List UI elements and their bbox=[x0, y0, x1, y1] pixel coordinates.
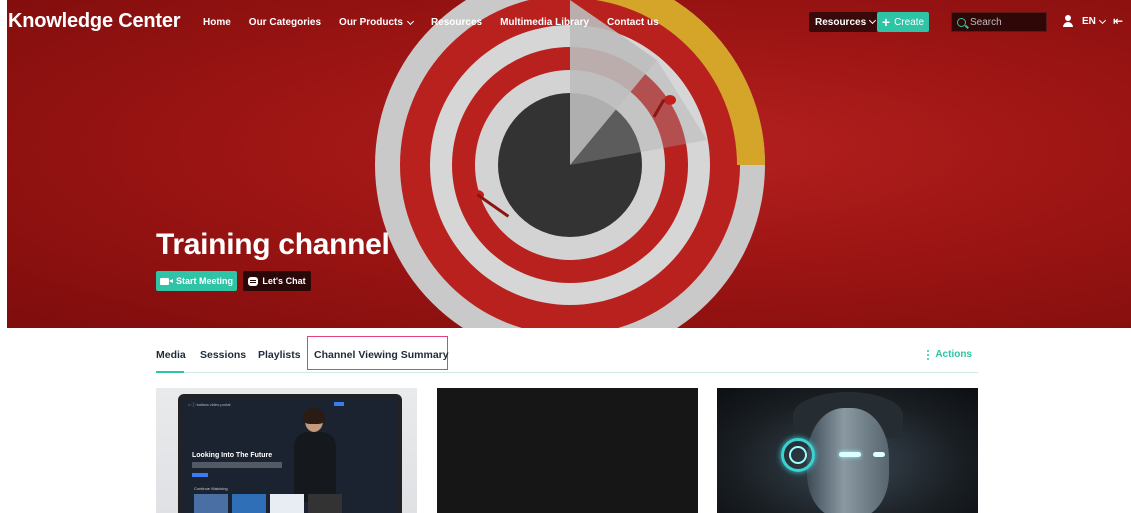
portal-bar: ⌂ ⓘ kaltura video portal bbox=[188, 402, 231, 407]
create-button-label: Create bbox=[894, 16, 925, 28]
media-card[interactable] bbox=[437, 388, 698, 513]
nav-our-products[interactable]: Our Products bbox=[339, 17, 414, 28]
actions-label: Actions bbox=[935, 349, 972, 360]
brand-logo[interactable]: Knowledge Center bbox=[8, 10, 181, 33]
thumbnail-row bbox=[194, 494, 342, 513]
media-card[interactable]: ⌂ ⓘ kaltura video portal Looking Into Th… bbox=[156, 388, 417, 513]
thumbnail-section-label: Continue Watching bbox=[194, 486, 228, 491]
search-placeholder: Search bbox=[970, 16, 1002, 28]
exit-icon[interactable]: ⇤ bbox=[1113, 14, 1123, 28]
media-card[interactable] bbox=[717, 388, 978, 513]
kebab-icon bbox=[927, 349, 930, 360]
nav-home-label: Home bbox=[203, 17, 231, 28]
language-label: EN bbox=[1082, 16, 1096, 27]
nav-our-products-label: Our Products bbox=[339, 17, 403, 28]
active-tab-indicator bbox=[156, 371, 184, 373]
nav-resources-label: Resources bbox=[430, 17, 483, 28]
tab-channel-viewing-summary[interactable]: Channel Viewing Summary bbox=[314, 349, 449, 361]
nav-our-categories[interactable]: Our Categories bbox=[249, 17, 321, 28]
lets-chat-button[interactable]: Let's Chat bbox=[243, 271, 311, 291]
resources-dropdown-button[interactable]: Resources bbox=[809, 12, 882, 32]
search-input[interactable]: Search bbox=[951, 12, 1047, 32]
nav-home[interactable]: Home bbox=[203, 17, 231, 28]
main-nav: Home Our Categories Our Products Resourc… bbox=[203, 17, 659, 28]
presenter-figure bbox=[290, 408, 340, 502]
tab-playlists[interactable]: Playlists bbox=[258, 349, 301, 361]
chevron-down-icon bbox=[406, 17, 414, 25]
top-navigation: Knowledge Center Home Our Categories Our… bbox=[0, 0, 1131, 42]
robot-thumbnail bbox=[777, 390, 917, 513]
nav-our-categories-label: Our Categories bbox=[248, 17, 322, 28]
nav-multimedia-library[interactable]: Multimedia Library bbox=[500, 17, 589, 28]
thumbnail-headline: Looking Into The Future bbox=[192, 452, 273, 459]
start-meeting-label: Start Meeting bbox=[175, 276, 233, 286]
nav-resources[interactable]: Resources bbox=[431, 17, 482, 28]
tab-sessions[interactable]: Sessions bbox=[200, 349, 246, 361]
nav-multimedia-library-label: Multimedia Library bbox=[500, 17, 589, 28]
create-button[interactable]: + Create bbox=[877, 12, 929, 32]
video-camera-icon bbox=[159, 277, 173, 285]
media-thumbnail: ⌂ ⓘ kaltura video portal Looking Into Th… bbox=[178, 394, 402, 513]
chevron-down-icon bbox=[869, 16, 877, 25]
search-icon bbox=[957, 17, 966, 27]
resources-button-label: Resources bbox=[815, 16, 867, 28]
channel-title: Training channel bbox=[156, 228, 390, 261]
nav-contact-us[interactable]: Contact us bbox=[607, 17, 659, 28]
tab-media[interactable]: Media bbox=[156, 349, 186, 361]
chevron-down-icon bbox=[1098, 16, 1106, 24]
channel-tabs: Media Sessions Playlists Channel Viewing… bbox=[156, 336, 978, 373]
plus-icon: + bbox=[881, 14, 891, 30]
user-icon[interactable] bbox=[1063, 15, 1073, 27]
chat-icon bbox=[248, 276, 259, 286]
actions-menu-button[interactable]: Actions bbox=[927, 349, 972, 360]
language-selector[interactable]: EN bbox=[1082, 16, 1106, 27]
nav-contact-us-label: Contact us bbox=[607, 17, 659, 28]
start-meeting-button[interactable]: Start Meeting bbox=[156, 271, 237, 291]
lets-chat-label: Let's Chat bbox=[262, 276, 306, 286]
